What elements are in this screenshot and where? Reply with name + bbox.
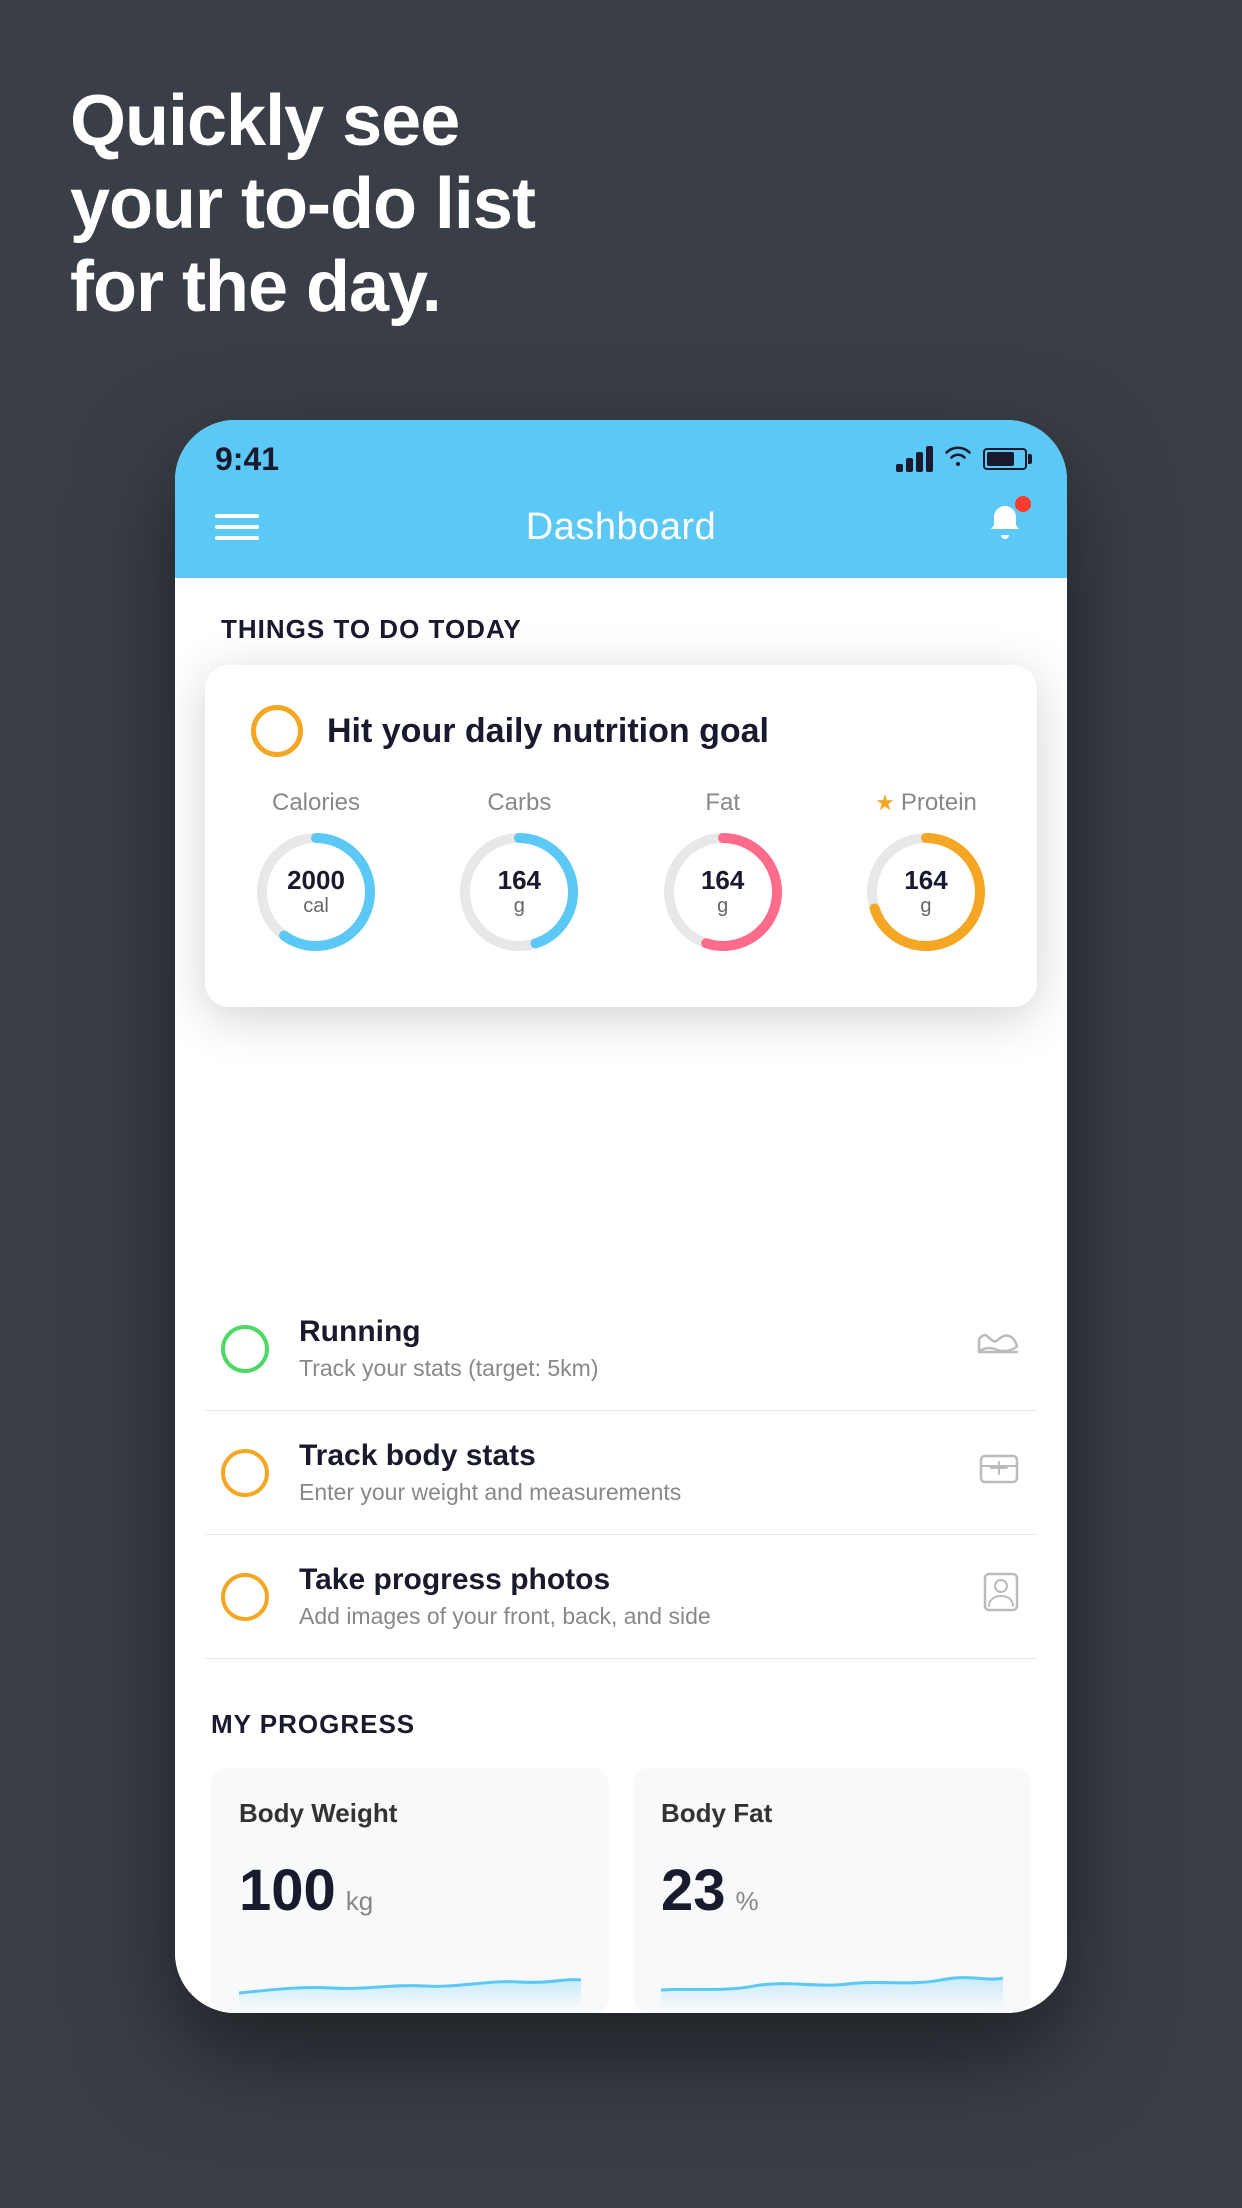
todo-list: Running Track your stats (target: 5km) T…: [175, 1287, 1067, 1659]
card-header: Hit your daily nutrition goal: [251, 705, 991, 757]
nutrition-card: Hit your daily nutrition goal Calories 2: [205, 665, 1037, 1007]
wifi-icon: [943, 444, 973, 475]
calories-label: Calories: [272, 789, 360, 817]
fat-value: 164: [701, 866, 744, 895]
protein-unit: g: [920, 895, 931, 917]
progress-header: MY PROGRESS: [211, 1709, 1031, 1740]
body-weight-num: 100: [239, 1857, 336, 1924]
body-fat-card[interactable]: Body Fat 23 %: [633, 1768, 1031, 2013]
notification-dot: [1015, 496, 1031, 512]
nutrition-check-circle[interactable]: [251, 705, 303, 757]
nav-title: Dashboard: [526, 506, 716, 549]
running-subtitle: Track your stats (target: 5km): [299, 1355, 945, 1382]
nutrition-protein: ★ Protein 164 g: [861, 789, 991, 957]
protein-value: 164: [904, 866, 947, 895]
status-icons: [896, 444, 1027, 475]
body-stats-title: Track body stats: [299, 1439, 947, 1473]
photos-check-circle[interactable]: [221, 1573, 269, 1621]
body-weight-chart: [239, 1948, 581, 2008]
body-weight-value: 100 kg: [239, 1857, 581, 1924]
headline: Quickly see your to-do list for the day.: [70, 80, 535, 328]
fat-unit: g: [717, 895, 728, 917]
shoe-icon: [975, 1326, 1021, 1372]
photos-title: Take progress photos: [299, 1563, 951, 1597]
fat-label: Fat: [705, 789, 740, 817]
body-fat-unit: %: [736, 1886, 759, 1917]
body-stats-check-circle[interactable]: [221, 1449, 269, 1497]
status-time: 9:41: [215, 441, 279, 478]
nutrition-grid: Calories 2000 cal: [251, 789, 991, 957]
content-area: THINGS TO DO TODAY Hit your daily nutrit…: [175, 578, 1067, 2013]
body-fat-num: 23: [661, 1857, 726, 1924]
carbs-label: Carbs: [487, 789, 551, 817]
body-weight-card[interactable]: Body Weight 100 kg: [211, 1768, 609, 2013]
body-weight-title: Body Weight: [239, 1798, 581, 1829]
protein-ring: 164 g: [861, 827, 991, 957]
carbs-unit: g: [514, 895, 525, 917]
body-weight-unit: kg: [346, 1886, 373, 1917]
running-check-circle[interactable]: [221, 1325, 269, 1373]
progress-grid: Body Weight 100 kg: [211, 1768, 1031, 2013]
calories-value: 2000: [287, 866, 345, 895]
carbs-value: 164: [498, 866, 541, 895]
nutrition-card-title: Hit your daily nutrition goal: [327, 712, 769, 751]
star-icon: ★: [875, 790, 895, 816]
nutrition-fat: Fat 164 g: [658, 789, 788, 957]
body-fat-chart: [661, 1948, 1003, 2008]
scale-icon: [977, 1448, 1021, 1498]
calories-unit: cal: [303, 895, 329, 917]
headline-line1: Quickly see: [70, 80, 535, 163]
headline-line2: your to-do list: [70, 163, 535, 246]
notification-bell[interactable]: [983, 500, 1027, 554]
nutrition-carbs: Carbs 164 g: [454, 789, 584, 957]
todo-item-photos[interactable]: Take progress photos Add images of your …: [205, 1535, 1037, 1659]
nutrition-calories: Calories 2000 cal: [251, 789, 381, 957]
body-stats-subtitle: Enter your weight and measurements: [299, 1479, 947, 1506]
signal-icon: [896, 446, 933, 472]
battery-icon: [983, 448, 1027, 470]
photos-subtitle: Add images of your front, back, and side: [299, 1603, 951, 1630]
carbs-ring: 164 g: [454, 827, 584, 957]
nav-bar: Dashboard: [175, 490, 1067, 578]
body-fat-value: 23 %: [661, 1857, 1003, 1924]
fat-ring: 164 g: [658, 827, 788, 957]
person-icon: [981, 1570, 1021, 1624]
calories-ring: 2000 cal: [251, 827, 381, 957]
todo-item-body-stats[interactable]: Track body stats Enter your weight and m…: [205, 1411, 1037, 1535]
status-bar: 9:41: [175, 420, 1067, 490]
things-to-do-header: THINGS TO DO TODAY: [175, 578, 1067, 665]
headline-line3: for the day.: [70, 246, 535, 329]
progress-section: MY PROGRESS Body Weight 100 kg: [175, 1659, 1067, 2013]
phone-mockup: 9:41 Da: [175, 420, 1067, 2013]
protein-label: ★ Protein: [875, 789, 977, 817]
running-title: Running: [299, 1315, 945, 1349]
todo-item-running[interactable]: Running Track your stats (target: 5km): [205, 1287, 1037, 1411]
body-fat-title: Body Fat: [661, 1798, 1003, 1829]
hamburger-menu[interactable]: [215, 514, 259, 540]
